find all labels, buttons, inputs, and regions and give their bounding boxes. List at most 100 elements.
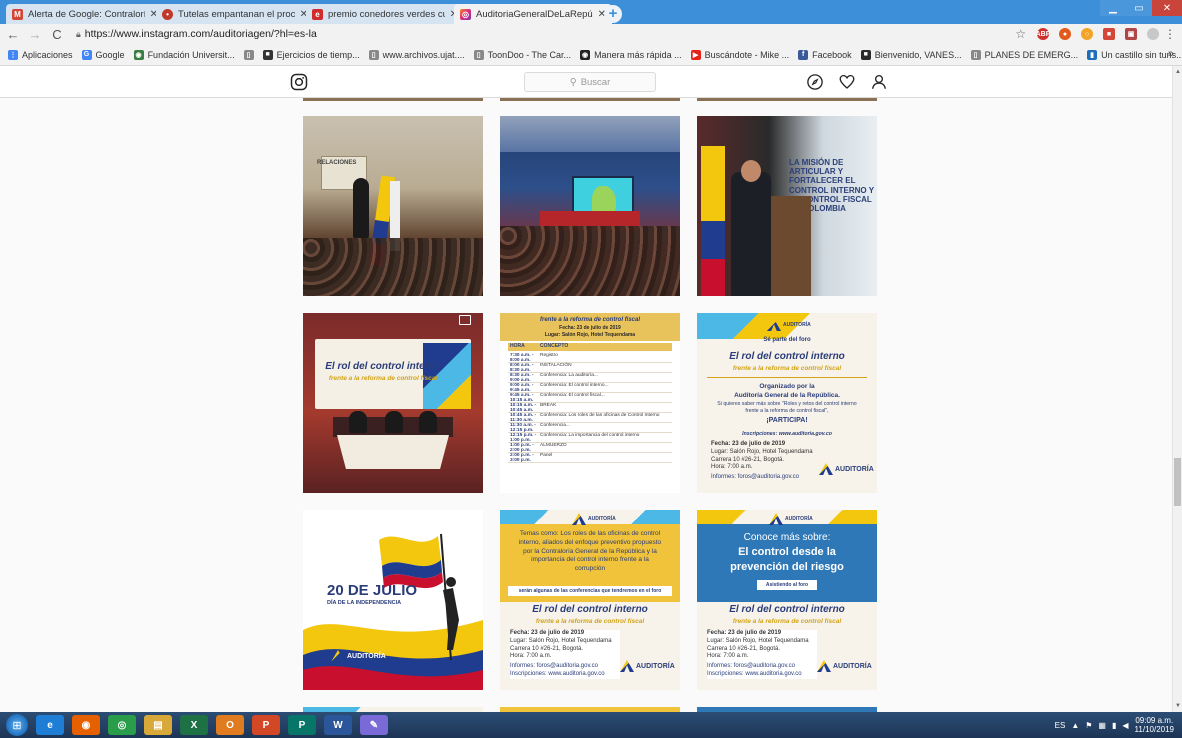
bookmark-item[interactable]: ■ Bienvenido, VANES... bbox=[860, 49, 962, 60]
tab-instagram[interactable]: ◎ AuditoriaGeneralDeLaRepública · ✕ bbox=[454, 4, 612, 24]
instagram-page: ⚲ Buscar RELACIONES LA MISIÓN DE ARTICUL… bbox=[0, 66, 1172, 712]
panel-subtitle: frente a la reforma de control fiscal bbox=[328, 375, 438, 382]
bookmark-label: Buscándote - Mike ... bbox=[704, 49, 790, 60]
bookmark-item[interactable]: ◉ Fundación Universit... bbox=[133, 49, 235, 60]
schedule-concept: ALMUERZO bbox=[540, 443, 567, 448]
schedule-row: 9:00 a.m. - 9:45 a.m. Conferencia: El con… bbox=[508, 383, 672, 393]
chrome-icon[interactable]: ◎ bbox=[108, 715, 136, 735]
scroll-up-arrow-icon[interactable]: ▲ bbox=[1174, 68, 1182, 76]
poster-informes: Informes: foros@auditoria.gov.co bbox=[510, 663, 599, 670]
post-forum-info[interactable]: AUDITORÍA Sé parte del foro El rol del c… bbox=[697, 313, 877, 493]
minimize-button[interactable]: ▁ bbox=[1100, 0, 1126, 16]
instagram-icon: ◎ bbox=[460, 8, 471, 20]
show-hidden-icons-icon[interactable]: ▲ bbox=[1071, 721, 1079, 730]
post-photo-auditorium[interactable] bbox=[500, 116, 680, 296]
close-window-button[interactable]: ✕ bbox=[1152, 0, 1182, 16]
extension-icon[interactable]: ▣ bbox=[1125, 28, 1137, 40]
onenote-icon[interactable]: O bbox=[216, 715, 244, 735]
poster-title: El rol del control interno bbox=[729, 351, 845, 362]
gmail-icon: M bbox=[12, 8, 23, 20]
schedule-row: 8:00 a.m. - 8:30 a.m. INSTALACIÓN bbox=[508, 363, 672, 373]
schedule-row: 10:45 a.m. - 11:30 a.m. Conferencia: Los … bbox=[508, 413, 672, 423]
new-tab-button[interactable]: + bbox=[604, 5, 622, 23]
extension-icon[interactable]: ■ bbox=[1103, 28, 1115, 40]
bookmark-item[interactable]: f Facebook bbox=[798, 49, 852, 60]
poster-inscripciones: Inscripciones: www.auditoria.gov.co bbox=[510, 670, 605, 677]
schedule-concept: Conferencia: Los roles de las oficinas d… bbox=[540, 413, 660, 418]
poster-inscripciones: Inscripciones: www.auditoria.gov.co bbox=[707, 670, 802, 677]
bookmark-item[interactable]: ▯ PLANES DE EMERG... bbox=[970, 49, 1078, 60]
volume-icon[interactable]: ◀︎ bbox=[1122, 721, 1128, 730]
bookmark-item[interactable]: G Google bbox=[81, 49, 125, 60]
scroll-down-arrow-icon[interactable]: ▼ bbox=[1174, 702, 1182, 710]
post-photo-speaker[interactable]: LA MISIÓN DE ARTICULAR Y FORTALECER EL C… bbox=[697, 116, 877, 296]
schedule-hour: 9:45 a.m. - 10:15 a.m. bbox=[510, 393, 534, 403]
post-photo-panel[interactable]: El rol del control interno frente a la r… bbox=[303, 313, 483, 493]
bookmarks-overflow-button[interactable]: » bbox=[1168, 48, 1174, 60]
maximize-button[interactable]: ▭ bbox=[1126, 0, 1152, 16]
schedule-row: 7:30 a.m. - 8:00 a.m. Registro bbox=[508, 353, 672, 363]
post-independence-day[interactable]: 20 DE JULIO DÍA DE LA INDEPENDENCIA AUDI… bbox=[303, 510, 483, 690]
bookmark-label: Bienvenido, VANES... bbox=[874, 49, 962, 60]
paint-icon[interactable]: ✎ bbox=[360, 715, 388, 735]
forward-button[interactable]: → bbox=[26, 25, 44, 43]
star-icon[interactable]: ☆ bbox=[1015, 27, 1026, 41]
browser-tab-strip: M Alerta de Google: Contraloría - ... ✕ … bbox=[0, 0, 1182, 24]
profile-icon[interactable] bbox=[870, 73, 888, 91]
file-explorer-icon[interactable]: ▤ bbox=[144, 715, 172, 735]
url-field[interactable]: https://www.instagram.com/auditoriagen/?… bbox=[85, 28, 1015, 40]
bookmark-item[interactable]: ▯ www.archivos.ujat.... bbox=[368, 49, 465, 60]
post-forum-topics[interactable]: AUDITORÍA Temas como: Los roles de las o… bbox=[500, 510, 680, 690]
page-scrollbar[interactable]: ▲ ▼ bbox=[1172, 66, 1182, 712]
bookmark-label: Google bbox=[95, 49, 125, 60]
language-indicator[interactable]: ES bbox=[1055, 721, 1066, 730]
post-photo-conference-room[interactable]: RELACIONES bbox=[303, 116, 483, 296]
bookmark-icon: ▯ bbox=[243, 49, 254, 60]
battery-icon[interactable]: ▮ bbox=[1112, 721, 1116, 730]
bookmark-item[interactable]: ■ Ejercicios de tiemp... bbox=[262, 49, 360, 60]
instagram-logo-icon[interactable] bbox=[290, 73, 308, 91]
firefox-icon[interactable]: ◉ bbox=[72, 715, 100, 735]
internet-explorer-icon[interactable]: e bbox=[36, 715, 64, 735]
powerpoint-icon[interactable]: P bbox=[252, 715, 280, 735]
flag-icon[interactable]: ⚑ bbox=[1085, 721, 1092, 730]
tab-premio[interactable]: e premio conedores verdes cuest... ✕ bbox=[306, 4, 464, 24]
excel-icon[interactable]: X bbox=[180, 715, 208, 735]
word-icon[interactable]: W bbox=[324, 715, 352, 735]
address-bar-row: ← → C 🔒︎ https://www.instagram.com/audit… bbox=[0, 24, 1182, 44]
tab-tutelas[interactable]: • Tutelas empantanan el proceso ... ✕ bbox=[156, 4, 314, 24]
start-button[interactable]: ⊞ bbox=[6, 714, 28, 736]
brand-text: AUDITORÍA bbox=[347, 652, 386, 660]
post-schedule[interactable]: frente a la reforma de control fiscal Fe… bbox=[500, 313, 680, 493]
bookmark-item[interactable]: ▯ ToonDoo - The Car... bbox=[473, 49, 571, 60]
bookmark-item[interactable]: ▶ Buscándote - Mike ... bbox=[690, 49, 790, 60]
compass-icon[interactable] bbox=[806, 73, 824, 91]
poster-line-3: prevención del riesgo bbox=[730, 561, 844, 573]
tab-title: AuditoriaGeneralDeLaRepública · bbox=[476, 8, 593, 20]
adblock-icon[interactable]: ABP bbox=[1036, 28, 1050, 40]
clock[interactable]: 09:09 a.m. 11/10/2019 bbox=[1135, 716, 1174, 734]
heart-icon[interactable] bbox=[838, 73, 856, 91]
post-forum-prevention[interactable]: AUDITORÍA Conoce más sobre: El control d… bbox=[697, 510, 877, 690]
bookmark-item[interactable]: ◉ Manera más rápida ... bbox=[580, 49, 682, 60]
back-button[interactable]: ← bbox=[4, 25, 22, 43]
poster-org-2: Auditoría General de la República. bbox=[734, 392, 840, 399]
bookmark-item[interactable]: ⋮ Aplicaciones bbox=[8, 49, 73, 60]
extension-icon[interactable]: ○ bbox=[1081, 28, 1093, 40]
schedule-place: Lugar: Salón Rojo, Hotel Tequendama bbox=[544, 332, 636, 338]
poster-subtitle: frente a la reforma de control fiscal bbox=[535, 618, 645, 625]
scrollbar-thumb[interactable] bbox=[1174, 458, 1181, 506]
bookmark-icon: G bbox=[81, 49, 92, 60]
reload-button[interactable]: C bbox=[48, 25, 66, 43]
bookmark-item[interactable]: ▯ bbox=[243, 49, 254, 60]
tab-google-alert[interactable]: M Alerta de Google: Contraloría - ... ✕ bbox=[6, 4, 164, 24]
poster-banner: serán algunas de las conferencias que te… bbox=[508, 586, 672, 596]
network-icon[interactable]: ▦ bbox=[1098, 721, 1106, 730]
bookmark-label: Facebook bbox=[812, 49, 852, 60]
search-input[interactable]: ⚲ Buscar bbox=[524, 72, 656, 92]
schedule-row: 1:00 p.m. - 2:00 p.m. ALMUERZO bbox=[508, 443, 672, 453]
extension-icon[interactable]: ● bbox=[1059, 28, 1071, 40]
publisher-icon[interactable]: P bbox=[288, 715, 316, 735]
profile-icon[interactable] bbox=[1147, 28, 1159, 40]
menu-icon[interactable]: ⋮ bbox=[1164, 27, 1176, 41]
